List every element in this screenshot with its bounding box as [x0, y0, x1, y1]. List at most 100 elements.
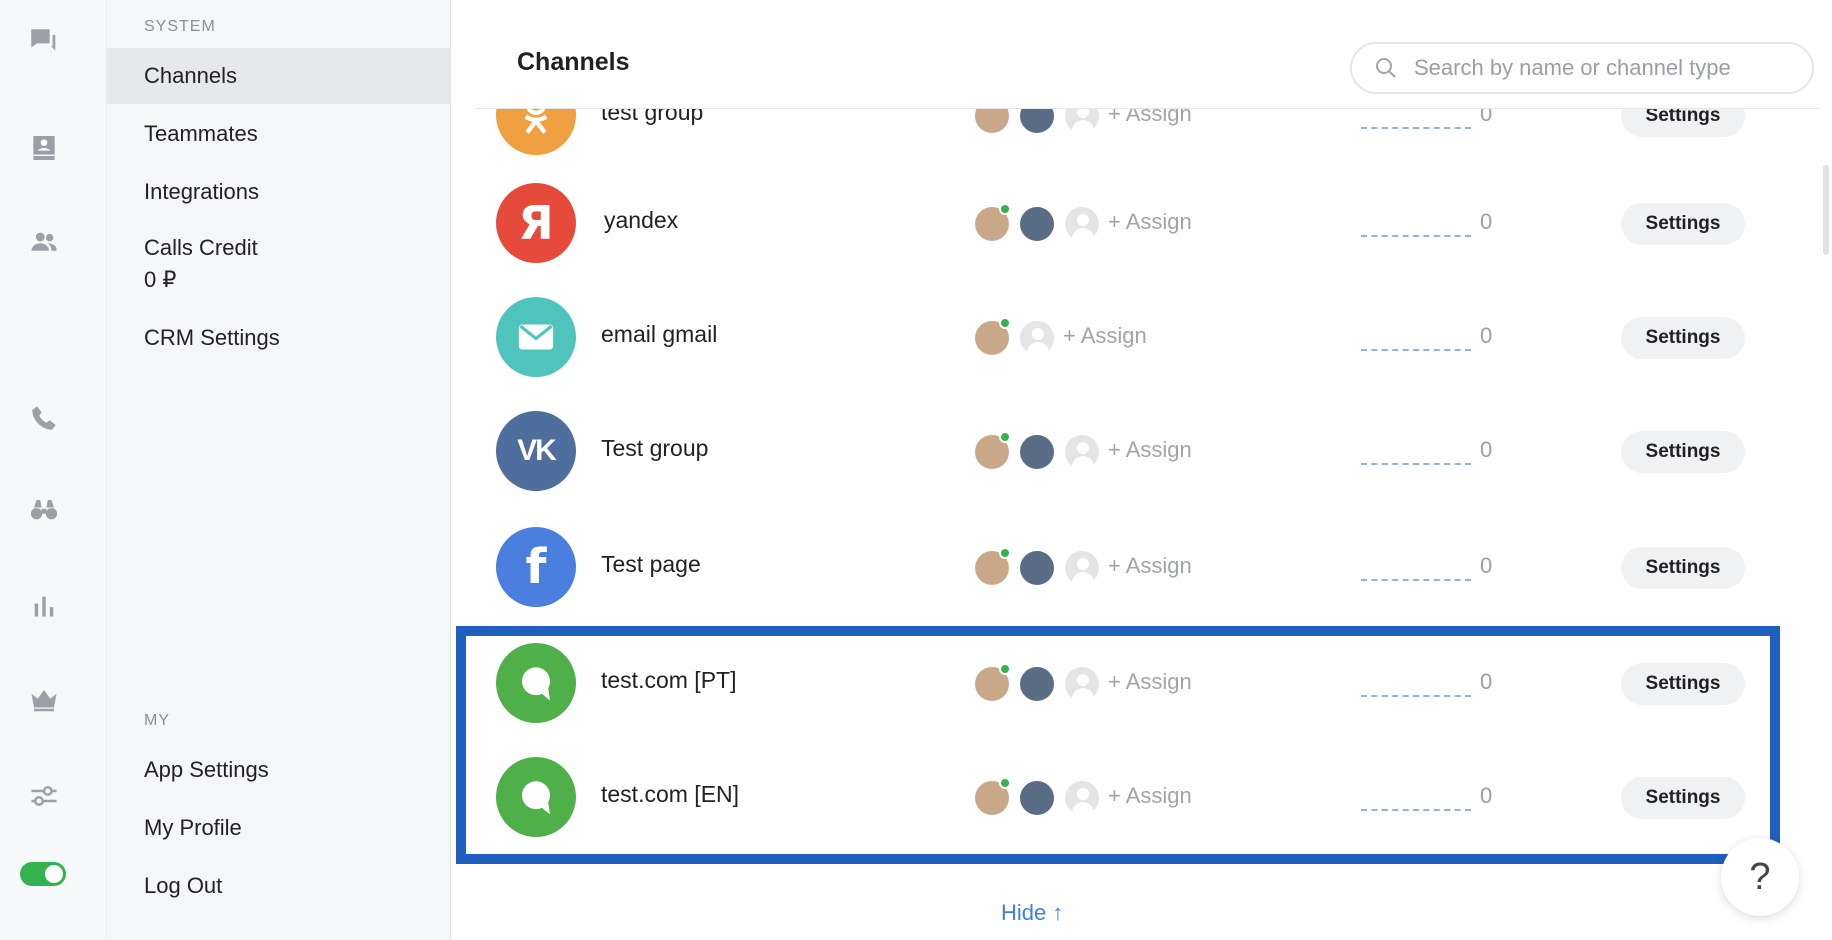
channel-count: 0 [1480, 669, 1493, 694]
channel-count: 0 [1480, 553, 1493, 578]
table-row: email gmail + Assign 0 Settings [451, 279, 1832, 394]
avatar-placeholder [1063, 109, 1101, 135]
online-indicator [999, 431, 1011, 443]
channel-count: 0 [1480, 437, 1493, 462]
online-indicator [999, 547, 1011, 559]
dashed-line [1361, 579, 1471, 581]
search-box[interactable] [1350, 42, 1814, 94]
page-title: Channels [517, 48, 630, 76]
avatar[interactable] [1018, 205, 1056, 243]
scrollbar[interactable] [1823, 165, 1829, 255]
avatar-placeholder [1063, 779, 1101, 817]
icon-rail [0, 0, 107, 940]
chat-icon[interactable] [24, 22, 64, 62]
yandex-icon: Я [496, 183, 576, 263]
assign-link[interactable]: + Assign [1108, 553, 1192, 579]
assign-link[interactable]: + Assign [1108, 209, 1192, 235]
settings-menu: SYSTEM Channels Teammates Integrations C… [107, 0, 451, 940]
settings-button[interactable]: Settings [1621, 203, 1745, 245]
my-section-header: MY [144, 712, 170, 729]
search-input[interactable] [1414, 55, 1794, 81]
assign-link[interactable]: + Assign [1108, 437, 1192, 463]
phone-icon[interactable] [24, 398, 64, 438]
assign-link[interactable]: + Assign [1108, 669, 1192, 695]
avatar[interactable] [973, 109, 1011, 135]
sliders-icon[interactable] [24, 776, 64, 816]
dashed-line [1361, 695, 1471, 697]
settings-button[interactable]: Settings [1621, 547, 1745, 589]
email-icon [496, 297, 576, 377]
table-row: VK Test group + Assign 0 Settings [451, 393, 1832, 508]
online-indicator [999, 203, 1011, 215]
main-content: Channels test group + Assign 0 Settings … [451, 0, 1832, 940]
table-row: test group + Assign 0 Settings [451, 109, 1832, 172]
table-row: f Test page + Assign 0 Settings [451, 509, 1832, 624]
menu-item-log-out[interactable]: Log Out [107, 870, 450, 902]
channel-name: Test group [601, 435, 709, 461]
menu-item-teammates[interactable]: Teammates [107, 118, 450, 150]
analytics-icon[interactable] [24, 586, 64, 626]
contacts-icon[interactable] [24, 222, 64, 262]
vk-icon: VK [496, 411, 576, 491]
channel-name: Test page [601, 551, 701, 577]
channel-count: 0 [1480, 209, 1493, 234]
status-toggle[interactable] [20, 862, 66, 886]
avatar[interactable] [1018, 665, 1056, 703]
channel-name: test.com [PT] [601, 667, 737, 693]
settings-button[interactable]: Settings [1621, 317, 1745, 359]
channel-count: 0 [1480, 783, 1493, 808]
facebook-icon: f [496, 527, 576, 607]
avatar[interactable] [1018, 109, 1056, 135]
channel-list: test group + Assign 0 Settings Я yandex … [451, 109, 1832, 940]
channel-name: test.com [EN] [601, 781, 740, 807]
avatar[interactable] [1018, 549, 1056, 587]
dashed-line [1361, 809, 1471, 811]
menu-item-my-profile[interactable]: My Profile [107, 812, 450, 844]
avatar-placeholder [1063, 433, 1101, 471]
assign-link[interactable]: + Assign [1108, 783, 1192, 809]
dashed-line [1361, 463, 1471, 465]
settings-button[interactable]: Settings [1621, 431, 1745, 473]
binoculars-icon[interactable] [24, 490, 64, 530]
system-section-header: SYSTEM [144, 18, 216, 35]
website-chat-icon [496, 643, 576, 723]
channel-name: test group [601, 109, 704, 125]
table-row: test.com [EN] + Assign 0 Settings [451, 739, 1832, 854]
channel-count: 0 [1480, 109, 1493, 126]
inbox-icon[interactable] [24, 128, 64, 168]
avatar-placeholder [1063, 665, 1101, 703]
help-button[interactable]: ? [1721, 838, 1799, 916]
menu-item-integrations[interactable]: Integrations [107, 176, 450, 208]
avatar-placeholder [1018, 319, 1056, 357]
crown-icon[interactable] [24, 680, 64, 720]
hide-link[interactable]: Hide ↑ [1001, 900, 1063, 926]
menu-item-channels[interactable]: Channels [107, 48, 450, 104]
avatar-placeholder [1063, 549, 1101, 587]
online-indicator [999, 777, 1011, 789]
assign-link[interactable]: + Assign [1063, 323, 1147, 349]
channel-name: email gmail [601, 321, 718, 347]
search-icon [1376, 58, 1396, 78]
table-row: Я yandex + Assign 0 Settings [451, 165, 1832, 280]
channel-name: yandex [604, 207, 679, 233]
online-indicator [999, 663, 1011, 675]
dashed-line [1361, 127, 1471, 129]
settings-button[interactable]: Settings [1621, 663, 1745, 705]
menu-item-calls-credit[interactable]: Calls Credit 0 ₽ [107, 232, 450, 296]
online-indicator [999, 317, 1011, 329]
settings-button[interactable]: Settings [1621, 109, 1745, 137]
avatar[interactable] [1018, 433, 1056, 471]
menu-item-app-settings[interactable]: App Settings [107, 754, 450, 786]
assign-link[interactable]: + Assign [1108, 109, 1192, 127]
avatar-placeholder [1063, 205, 1101, 243]
dashed-line [1361, 235, 1471, 237]
website-chat-icon [496, 757, 576, 837]
dashed-line [1361, 349, 1471, 351]
menu-item-crm-settings[interactable]: CRM Settings [107, 322, 450, 354]
odnoklassniki-icon [496, 109, 576, 155]
avatar[interactable] [1018, 779, 1056, 817]
settings-button[interactable]: Settings [1621, 777, 1745, 819]
table-row: test.com [PT] + Assign 0 Settings [451, 625, 1832, 740]
channel-count: 0 [1480, 323, 1493, 348]
calls-credit-label: Calls Credit [144, 235, 258, 260]
